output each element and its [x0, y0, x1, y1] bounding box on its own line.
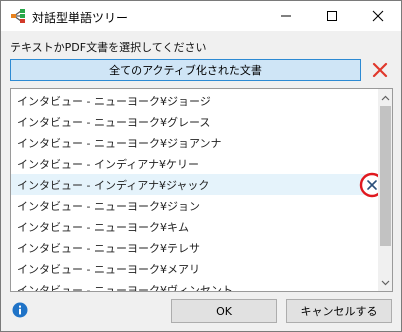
maximize-button[interactable]: [309, 1, 355, 31]
list-item[interactable]: インタビュー - ニューヨーク¥グレース: [11, 111, 379, 132]
cancel-button[interactable]: キャンセルする: [286, 299, 392, 323]
minimize-button[interactable]: [263, 1, 309, 31]
title-bar: 対話型単語ツリー: [1, 1, 401, 31]
maximize-icon: [327, 11, 337, 21]
ok-button[interactable]: OK: [171, 299, 277, 323]
vertical-scrollbar[interactable]: [378, 89, 392, 291]
window-title: 対話型単語ツリー: [32, 11, 129, 25]
window-close-button[interactable]: [355, 1, 401, 31]
minimize-icon: [281, 15, 291, 17]
document-label: インタビュー - ニューヨーク¥テレサ: [17, 241, 200, 255]
all-activated-documents-button[interactable]: 全てのアクティブ化された文書: [10, 59, 361, 81]
document-label: インタビュー - ニューヨーク¥グレース: [17, 115, 211, 129]
close-icon: [372, 10, 384, 22]
list-item[interactable]: インタビュー - ニューヨーク¥ジョン: [11, 195, 379, 216]
list-item[interactable]: インタビュー - ニューヨーク¥ジョアンナ: [11, 132, 379, 153]
list-item[interactable]: インタビュー - インディアナ¥ジャック: [11, 174, 379, 195]
list-item[interactable]: インタビュー - ニューヨーク¥ジョージ: [11, 90, 379, 111]
clear-selection-icon[interactable]: [371, 61, 389, 79]
scroll-down-button[interactable]: [378, 274, 392, 291]
document-label: インタビュー - ニューヨーク¥メアリ: [17, 262, 200, 276]
document-label: インタビュー - ニューヨーク¥ジョアンナ: [17, 136, 222, 150]
list-item[interactable]: インタビュー - インディアナ¥ケリー: [11, 153, 379, 174]
chevron-down-icon: [381, 280, 390, 285]
document-label: インタビュー - ニューヨーク¥ヴィンセント: [17, 283, 233, 292]
list-item[interactable]: インタビュー - ニューヨーク¥キム: [11, 216, 379, 237]
scroll-up-button[interactable]: [378, 89, 392, 106]
document-label: インタビュー - ニューヨーク¥ジョン: [17, 199, 200, 213]
list-item[interactable]: インタビュー - ニューヨーク¥ヴィンセント: [11, 279, 379, 292]
list-item[interactable]: インタビュー - ニューヨーク¥テレサ: [11, 237, 379, 258]
chevron-up-icon: [381, 95, 390, 100]
document-label: インタビュー - ニューヨーク¥キム: [17, 220, 189, 234]
document-list[interactable]: インタビュー - ニューヨーク¥ジョージ インタビュー - ニューヨーク¥グレー…: [10, 88, 393, 292]
list-item[interactable]: インタビュー - ニューヨーク¥メアリ: [11, 258, 379, 279]
info-icon[interactable]: [12, 302, 28, 318]
word-tree-icon: [11, 9, 25, 23]
selection-prompt: テキストかPDF文書を選択してください: [10, 41, 207, 54]
scrollbar-thumb[interactable]: [380, 106, 391, 246]
document-label: インタビュー - インディアナ¥ケリー: [17, 157, 199, 171]
document-label: インタビュー - ニューヨーク¥ジョージ: [17, 94, 211, 108]
dialog-window: 対話型単語ツリー テキストかPDF文書を選択してください 全てのアクティブ化され…: [0, 0, 402, 332]
document-label: インタビュー - インディアナ¥ジャック: [17, 178, 210, 192]
